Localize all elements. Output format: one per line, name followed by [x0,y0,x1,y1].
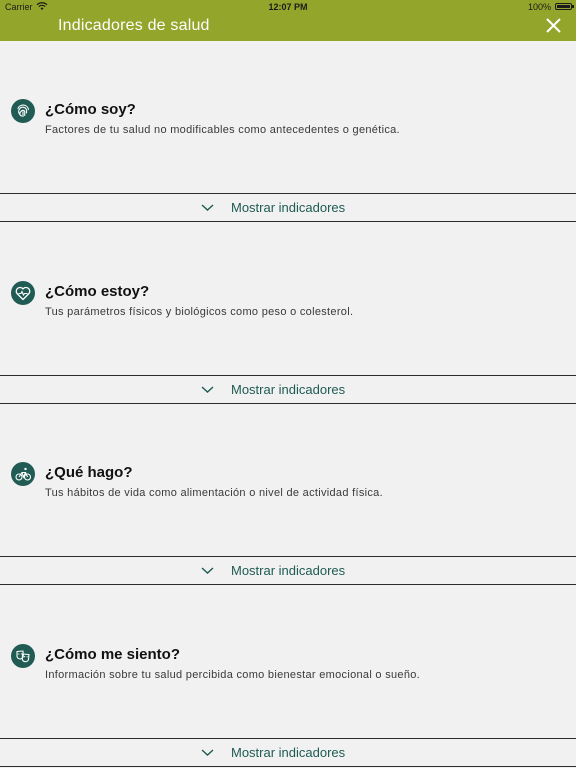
section-como-estoy: ¿Cómo estoy? Tus parámetros físicos y bi… [0,223,576,405]
section-header: ¿Cómo estoy? Tus parámetros físicos y bi… [0,223,576,375]
show-indicators-label: Mostrar indicadores [231,200,346,215]
section-title: ¿Cómo soy? [45,101,136,118]
chevron-down-icon [201,748,214,756]
show-indicators-button[interactable]: Mostrar indicadores [0,737,576,767]
section-title: ¿Cómo estoy? [45,282,150,300]
section-description: Tus parámetros físicos y biológicos como… [45,305,354,318]
section-como-me-siento: ¿Cómo me siento? Información sobre tu sa… [0,586,576,768]
section-title: ¿Cómo me siento? [45,645,181,663]
heart-pulse-icon [11,280,35,305]
close-icon[interactable] [545,17,562,34]
status-bar: Carrier 12:07 PM 100% [0,0,576,14]
show-indicators-button[interactable]: Mostrar indicadores [0,374,576,404]
show-indicators-label: Mostrar indicadores [231,744,346,760]
section-como-soy: ¿Cómo soy? Factores de tu salud no modif… [0,41,576,223]
section-description: Factores de tu salud no modificables com… [45,124,400,136]
show-indicators-button[interactable]: Mostrar indicadores [0,556,576,585]
battery-percent: 100% [527,2,551,12]
chevron-down-icon [201,567,214,574]
section-header: ¿Qué hago? Tus hábitos de vida como alim… [0,404,576,556]
show-indicators-button[interactable]: Mostrar indicadores [0,193,576,222]
status-time: 12:07 PM [268,2,308,12]
section-header: ¿Cómo me siento? Información sobre tu sa… [0,586,576,738]
bicycle-icon [11,462,35,486]
section-description: Tus hábitos de vida como alimentación o … [45,487,383,499]
section-header: ¿Cómo soy? Factores de tu salud no modif… [0,41,576,193]
battery-icon [555,3,574,10]
chevron-down-icon [201,204,214,211]
theater-masks-icon [11,643,35,668]
page-title: Indicadores de salud [58,17,210,34]
section-que-hago: ¿Qué hago? Tus hábitos de vida como alim… [0,404,576,586]
show-indicators-label: Mostrar indicadores [231,563,346,578]
show-indicators-label: Mostrar indicadores [231,381,346,397]
section-title: ¿Qué hago? [45,464,133,481]
chevron-down-icon [201,385,214,393]
fingerprint-icon [11,99,35,123]
section-description: Información sobre tu salud percibida com… [45,668,421,681]
